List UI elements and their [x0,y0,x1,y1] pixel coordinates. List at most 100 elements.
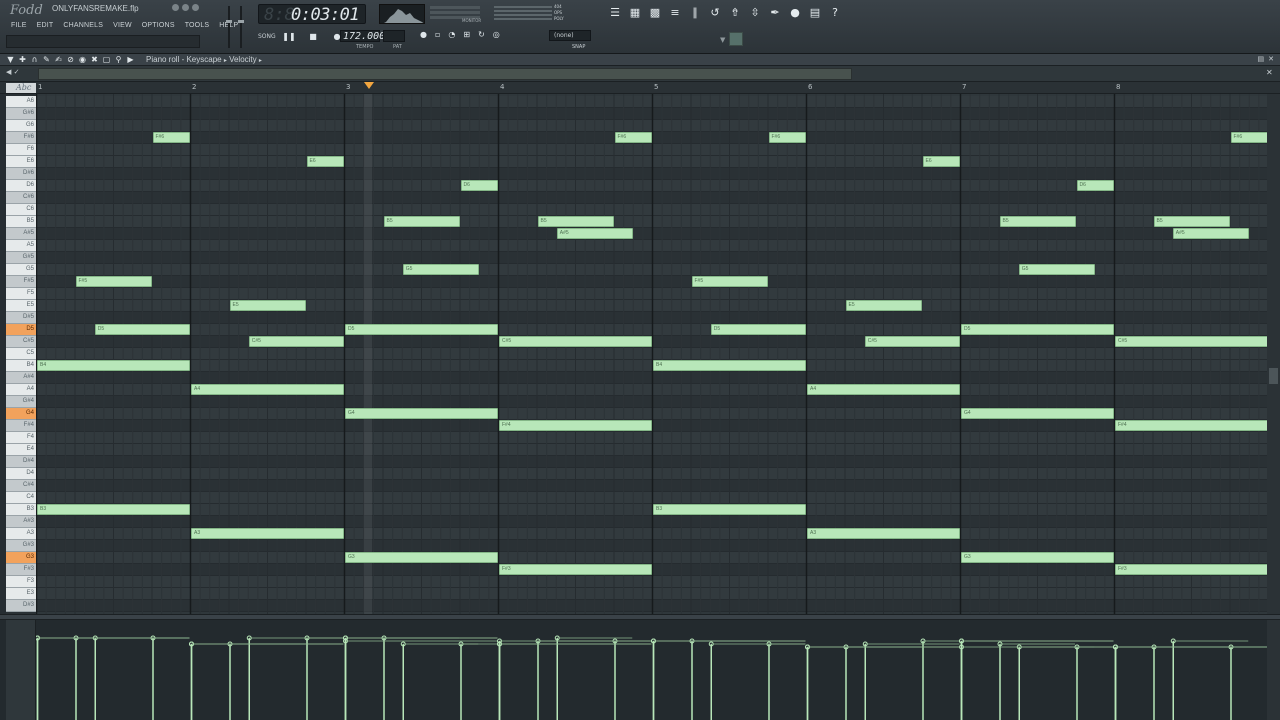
mute-icon[interactable]: ◉ [78,54,87,66]
note[interactable]: G4 [961,408,1114,419]
piano-keyboard[interactable]: A6 G#6 G6 F#6 F6 E6 D#6 D6 C#6 C6 B5 A#5 A5 G#5 G5 F#5 F… [6,94,36,614]
piano-key[interactable]: F#5 [6,276,36,288]
note[interactable]: G5 [1018,264,1095,275]
piano-key[interactable]: E3 [6,588,36,600]
piano-key[interactable]: G#6 [6,108,36,120]
piano-key[interactable]: A#3 [6,516,36,528]
bar-number[interactable]: 1 [38,83,42,91]
piano-key[interactable]: D#3 [6,600,36,612]
playhead-marker[interactable] [364,82,374,89]
note[interactable]: C#5 [499,336,652,347]
note[interactable]: F#5 [75,276,152,287]
velocity-lane[interactable] [35,620,1268,720]
brush-icon[interactable]: ✒ [768,5,782,19]
note[interactable]: C#5 [864,336,960,347]
velocity-editor[interactable] [0,620,1280,720]
zoom-icon[interactable]: ⚲ [114,54,123,66]
note[interactable]: A#5 [1172,228,1249,239]
blend-icon[interactable]: ↻ [478,30,485,39]
piano-key[interactable]: G6 [6,120,36,132]
metronome-icon[interactable]: ● [420,30,427,39]
piano-key[interactable]: B3 [6,504,36,516]
note[interactable]: F#5 [691,276,768,287]
render-icon[interactable]: ⇳ [748,5,762,19]
piano-key[interactable]: F5 [6,288,36,300]
note[interactable]: A3 [191,528,344,539]
snap-select[interactable]: (none) [549,30,591,41]
piano-key[interactable]: D5 [6,324,36,336]
tempo-display[interactable]: 172.000 [340,30,385,42]
piano-key[interactable]: B5 [6,216,36,228]
browser-icon[interactable]: ∥ [688,5,702,19]
export-icon[interactable]: ⇮ [728,5,742,19]
note[interactable]: D5 [345,324,498,335]
key-label-toggle[interactable]: Abc [6,83,36,93]
piano-key[interactable]: E4 [6,444,36,456]
file-icon[interactable]: ▤ [808,5,822,19]
piano-key[interactable]: D4 [6,468,36,480]
piano-key[interactable]: A6 [6,96,36,108]
bar-number[interactable]: 5 [654,83,658,91]
target-chevron[interactable]: ▸ [259,58,262,64]
maximize-icon[interactable] [182,4,189,11]
note[interactable]: E6 [922,156,960,167]
menu-edit[interactable]: EDIT [32,20,59,31]
note[interactable]: G3 [345,552,498,563]
piano-key[interactable]: D#6 [6,168,36,180]
note[interactable]: D5 [94,324,190,335]
chevron-down-icon[interactable]: ▼ [720,36,725,44]
piano-key[interactable]: C#5 [6,336,36,348]
piano-key[interactable]: B4 [6,360,36,372]
target-control[interactable]: Velocity [229,55,257,64]
note[interactable]: B3 [37,504,190,515]
menu-view[interactable]: VIEW [108,20,137,31]
undo-icon[interactable]: ↺ [708,5,722,19]
piano-key[interactable]: D#5 [6,312,36,324]
note[interactable]: F#3 [499,564,652,575]
piano-key[interactable]: A4 [6,384,36,396]
note[interactable]: B5 [999,216,1076,227]
piano-key[interactable]: A3 [6,528,36,540]
note[interactable]: F#6 [152,132,190,143]
help-icon[interactable]: ? [828,5,842,19]
note[interactable]: D5 [710,324,806,335]
pat-song-toggle[interactable]: SONG [258,33,276,40]
note[interactable]: A4 [807,384,960,395]
piano-key[interactable]: D#4 [6,456,36,468]
online-icon[interactable] [729,32,743,46]
close-icon[interactable] [192,4,199,11]
countdown-icon[interactable]: ◔ [448,30,455,39]
bar-number[interactable]: 2 [192,83,196,91]
slice-icon[interactable]: ✖ [90,54,99,66]
note[interactable]: G5 [402,264,479,275]
wait-icon[interactable]: ▫ [435,30,440,39]
note[interactable]: G4 [345,408,498,419]
note-grid[interactable]: F#6 F#6 F#6 F#6 E6 E6 D6 D6 B5 B5 B5 B5 A#5 A#5 G5 G5 F#… [36,94,1267,614]
pattern-display[interactable] [383,30,405,42]
menu-tools[interactable]: TOOLS [180,20,215,31]
piano-key[interactable]: F#6 [6,132,36,144]
horizontal-scrollbar[interactable] [38,68,852,80]
note[interactable]: F#6 [614,132,652,143]
zoom-icon[interactable]: ✕ [1266,68,1273,77]
minimize-icon[interactable] [172,4,179,11]
piano-key[interactable]: E6 [6,156,36,168]
stop-button[interactable]: ■ [306,30,320,42]
note[interactable]: A3 [807,528,960,539]
piano-key[interactable]: C5 [6,348,36,360]
piano-key[interactable]: A#5 [6,228,36,240]
oscilloscope[interactable] [379,4,425,24]
menu-file[interactable]: FILE [6,20,32,31]
paint-icon[interactable]: ✍ [54,54,63,66]
velocity-scrollbar[interactable] [1267,620,1280,720]
note[interactable]: B5 [383,216,460,227]
magnet-icon[interactable]: ✚ [18,54,27,66]
note[interactable]: E5 [845,300,922,311]
piano-key[interactable]: G#3 [6,540,36,552]
channel-rack-icon[interactable]: ▩ [648,5,662,19]
menu-channels[interactable]: CHANNELS [58,20,108,31]
vertical-scrollbar[interactable] [1267,94,1280,614]
time-display[interactable]: 8:8 0:03:01 [258,4,366,25]
note[interactable]: C#5 [1115,336,1267,347]
bar-number[interactable]: 4 [500,83,504,91]
